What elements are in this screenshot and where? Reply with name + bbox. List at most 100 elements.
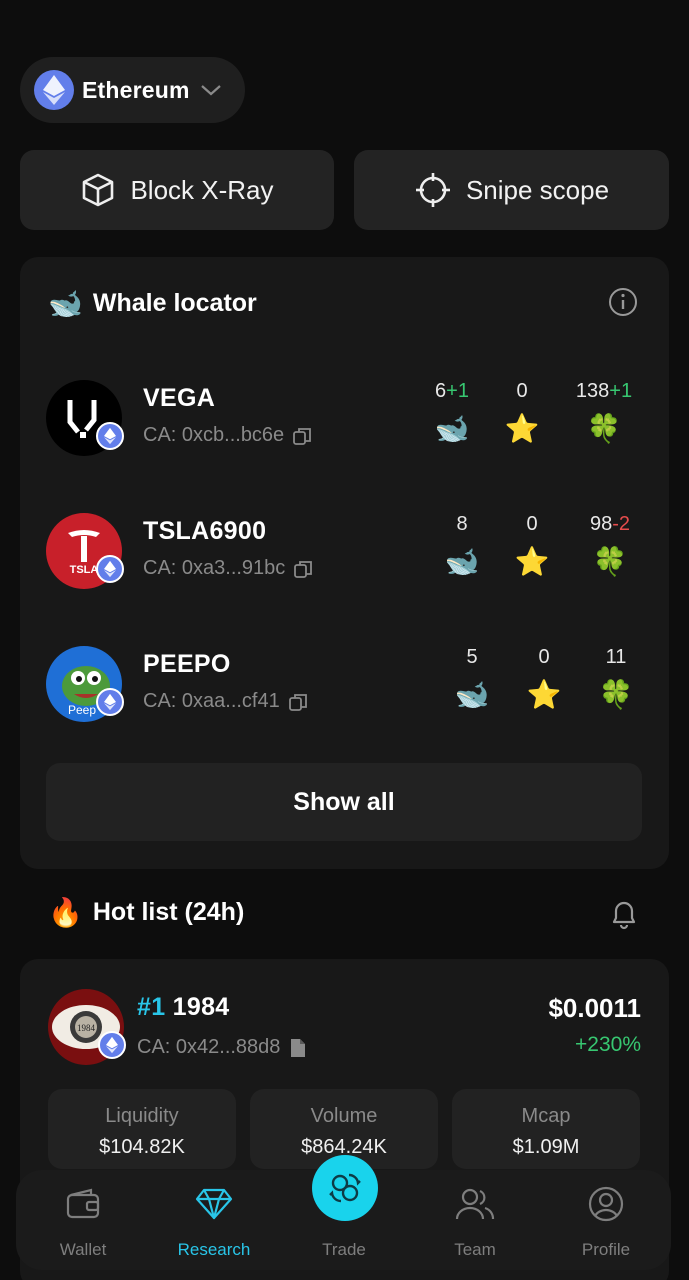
mcap-value: $1.09M bbox=[512, 1136, 580, 1158]
liquidity-value: $104.82K bbox=[99, 1136, 185, 1158]
profile-icon bbox=[588, 1186, 624, 1222]
contract-address-text: CA: 0xcb...bc6e bbox=[143, 424, 285, 446]
whale-count: 8 🐋 bbox=[432, 513, 492, 578]
star-icon: ⭐ bbox=[526, 678, 562, 711]
star-count: 0 ⭐ bbox=[502, 513, 562, 578]
clover-icon: 🍀 bbox=[592, 545, 628, 578]
mcap-metric: Mcap $1.09M bbox=[452, 1089, 640, 1169]
whale-count-value: 8 bbox=[456, 513, 468, 535]
snipe-scope-button[interactable]: Snipe scope bbox=[354, 150, 669, 230]
clover-count: 11 🍀 bbox=[586, 646, 646, 711]
nav-research[interactable]: Research bbox=[159, 1170, 269, 1270]
clover-count-delta: +1 bbox=[609, 380, 633, 402]
snipe-scope-label: Snipe scope bbox=[465, 174, 610, 205]
whale-count-delta: +1 bbox=[446, 380, 469, 402]
whale-icon: 🐋 bbox=[434, 412, 470, 445]
rank-badge: #1 bbox=[137, 993, 166, 1021]
diamond-icon bbox=[195, 1188, 233, 1220]
contract-address: CA: 0xa3...91bc bbox=[143, 557, 313, 580]
whale-token-row[interactable]: TSLA TSLA6900 CA: 0xa3...91bc 8 🐋 0 ⭐ 98… bbox=[46, 513, 646, 593]
whale-icon: 🐋 bbox=[454, 678, 490, 711]
whale-locator-header: 🐋 Whale locator bbox=[48, 287, 257, 320]
clover-icon: 🍀 bbox=[586, 412, 622, 445]
copy-icon[interactable] bbox=[293, 559, 313, 579]
whale-locator-card: 🐋 Whale locator VEGA CA: 0xcb...bc6e 6+1… bbox=[20, 257, 669, 869]
nav-team-label: Team bbox=[454, 1240, 496, 1259]
nav-profile-label: Profile bbox=[581, 1240, 631, 1259]
ethereum-icon bbox=[98, 1031, 126, 1059]
liquidity-label: Liquidity bbox=[105, 1105, 179, 1127]
clover-count-value: 98 bbox=[589, 513, 613, 535]
ethereum-icon bbox=[34, 70, 74, 110]
token-price: $0.0011 bbox=[548, 993, 641, 1023]
copy-icon[interactable] bbox=[288, 1035, 308, 1059]
nav-trade-label: Trade bbox=[322, 1240, 366, 1259]
star-count-value: 0 bbox=[516, 380, 528, 402]
liquidity-metric: Liquidity $104.82K bbox=[48, 1089, 236, 1169]
star-icon: ⭐ bbox=[514, 545, 550, 578]
contract-address: CA: 0xaa...cf41 bbox=[143, 690, 308, 713]
clover-count-delta: -2 bbox=[612, 513, 631, 535]
chain-name: Ethereum bbox=[82, 76, 190, 103]
price-change: +230% bbox=[575, 1033, 641, 1056]
team-icon bbox=[455, 1188, 495, 1220]
star-count: 0 ⭐ bbox=[492, 380, 552, 445]
trade-button[interactable] bbox=[312, 1155, 378, 1221]
whale-icon: 🐋 bbox=[444, 545, 480, 578]
fire-icon: 🔥 bbox=[48, 896, 83, 929]
nav-profile[interactable]: Profile bbox=[551, 1170, 661, 1270]
nav-wallet-label: Wallet bbox=[59, 1240, 107, 1259]
info-icon[interactable] bbox=[608, 287, 638, 317]
chain-selector[interactable]: Ethereum bbox=[20, 57, 245, 123]
whale-count: 6+1 🐋 bbox=[422, 380, 482, 445]
svg-text:1984: 1984 bbox=[77, 1023, 96, 1033]
whale-count-value: 5 bbox=[466, 646, 478, 668]
nav-research-label: Research bbox=[177, 1240, 251, 1259]
clover-count: 98-2 🍀 bbox=[580, 513, 640, 578]
block-xray-label: Block X-Ray bbox=[130, 174, 274, 205]
token-name: TSLA6900 bbox=[143, 517, 267, 545]
copy-icon[interactable] bbox=[288, 692, 308, 712]
bell-icon[interactable] bbox=[608, 897, 640, 931]
whale-locator-title: Whale locator bbox=[92, 289, 257, 317]
star-count-value: 0 bbox=[526, 513, 538, 535]
copy-icon[interactable] bbox=[292, 426, 312, 446]
clover-icon: 🍀 bbox=[598, 678, 634, 711]
clover-count-value: 11 bbox=[605, 646, 627, 668]
contract-address: CA: 0x42...88d8 bbox=[137, 1035, 308, 1059]
svg-text:Peep: Peep bbox=[68, 703, 96, 717]
nav-team[interactable]: Team bbox=[420, 1170, 530, 1270]
hot-token-name: 1984 bbox=[172, 993, 230, 1021]
star-count-value: 0 bbox=[538, 646, 550, 668]
star-count: 0 ⭐ bbox=[514, 646, 574, 711]
contract-address-text: CA: 0xa3...91bc bbox=[143, 557, 286, 579]
whale-count-value: 6 bbox=[435, 380, 447, 402]
ethereum-icon bbox=[96, 688, 124, 716]
cube-icon bbox=[83, 173, 114, 207]
contract-address: CA: 0xcb...bc6e bbox=[143, 424, 312, 447]
wallet-icon bbox=[66, 1188, 100, 1219]
ethereum-icon bbox=[96, 422, 124, 450]
whale-count: 5 🐋 bbox=[442, 646, 502, 711]
token-name: PEEPO bbox=[143, 650, 231, 678]
nav-wallet[interactable]: Wallet bbox=[28, 1170, 138, 1270]
whale-token-row[interactable]: Peep PEEPO CA: 0xaa...cf41 5 🐋 0 ⭐ 11 🍀 bbox=[46, 646, 646, 726]
crosshair-icon bbox=[415, 173, 450, 207]
whale-emoji-icon: 🐋 bbox=[48, 287, 83, 320]
ethereum-icon bbox=[96, 555, 124, 583]
clover-count: 138+1 🍀 bbox=[574, 380, 634, 445]
star-icon: ⭐ bbox=[504, 412, 540, 445]
hot-list-header: 🔥 Hot list (24h) bbox=[48, 896, 244, 929]
svg-text:TSLA: TSLA bbox=[70, 564, 99, 576]
show-all-button[interactable]: Show all bbox=[46, 763, 642, 841]
swap-icon bbox=[329, 1173, 361, 1203]
clover-count-value: 138 bbox=[575, 380, 610, 402]
whale-token-row[interactable]: VEGA CA: 0xcb...bc6e 6+1 🐋 0 ⭐ 138+1 🍀 bbox=[46, 380, 646, 460]
hot-token-name-line: #1 1984 bbox=[137, 993, 230, 1022]
block-xray-button[interactable]: Block X-Ray bbox=[20, 150, 334, 230]
volume-label: Volume bbox=[310, 1105, 378, 1127]
token-name: VEGA bbox=[143, 384, 216, 412]
contract-address-text: CA: 0x42...88d8 bbox=[137, 1035, 281, 1058]
hot-list-title: Hot list (24h) bbox=[92, 898, 245, 926]
mcap-label: Mcap bbox=[521, 1105, 571, 1127]
